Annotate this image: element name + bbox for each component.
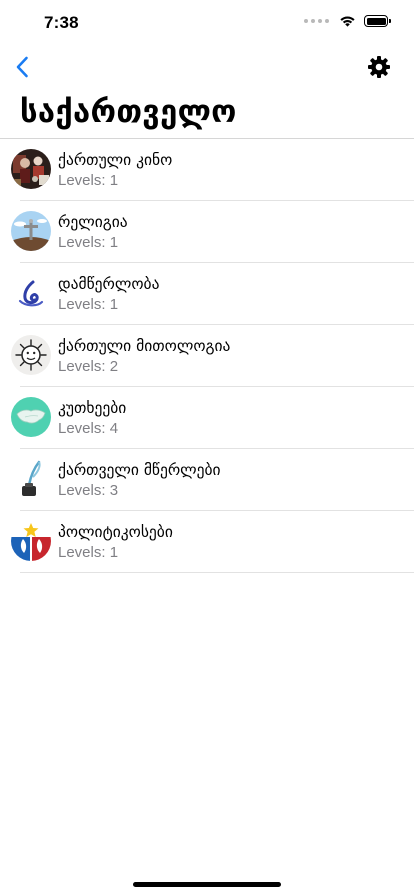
- status-bar: 7:38: [0, 0, 414, 44]
- navigation-bar: [0, 44, 414, 90]
- gear-icon: [368, 56, 390, 78]
- item-levels: Levels: 2: [58, 358, 119, 375]
- item-title: ქართველი მწერლები: [58, 461, 221, 479]
- category-list: ქართული კინო Levels: 1 რელიგია Levels: 1: [0, 139, 414, 573]
- map-region-icon: [11, 397, 51, 437]
- wifi-icon: [340, 16, 355, 27]
- item-title: პოლიტიკოსები: [58, 523, 173, 541]
- cross-icon: [11, 211, 51, 251]
- item-levels: Levels: 4: [58, 420, 119, 437]
- item-levels: Levels: 1: [58, 296, 119, 313]
- list-item[interactable]: რელიგია Levels: 1: [0, 201, 414, 263]
- item-title: ქართული მითოლოგია: [58, 337, 231, 355]
- back-button[interactable]: [6, 50, 38, 84]
- item-title: ქართული კინო: [58, 151, 173, 169]
- item-title: კუთხეები: [58, 399, 127, 417]
- cinema-poster-icon: [11, 149, 51, 189]
- list-item[interactable]: კუთხეები Levels: 4: [0, 387, 414, 449]
- quill-inkwell-icon: [11, 459, 51, 499]
- battery-icon: [364, 15, 391, 27]
- item-levels: Levels: 3: [58, 482, 119, 499]
- item-levels: Levels: 1: [58, 172, 119, 189]
- settings-button[interactable]: [364, 52, 394, 82]
- item-title: რელიგია: [58, 213, 128, 231]
- list-item[interactable]: ქართული მითოლოგია Levels: 2: [0, 325, 414, 387]
- list-item[interactable]: დამწერლობა Levels: 1: [0, 263, 414, 325]
- sun-face-icon: [11, 335, 51, 375]
- status-indicators: [304, 15, 391, 27]
- status-time: 7:38: [44, 13, 79, 32]
- item-levels: Levels: 1: [58, 544, 119, 561]
- item-title: დამწერლობა: [58, 275, 160, 293]
- item-levels: Levels: 1: [58, 234, 119, 251]
- script-letter-icon: [11, 273, 51, 313]
- list-item[interactable]: ქართველი მწერლები Levels: 3: [0, 449, 414, 511]
- cellular-signal-icon: [304, 19, 329, 23]
- list-item[interactable]: პოლიტიკოსები Levels: 1: [0, 511, 414, 573]
- page-title: საქართველო: [20, 94, 237, 130]
- political-parties-icon: [11, 521, 51, 561]
- chevron-left-icon: [16, 56, 28, 78]
- list-item[interactable]: ქართული კინო Levels: 1: [0, 139, 414, 201]
- home-indicator[interactable]: [133, 882, 281, 887]
